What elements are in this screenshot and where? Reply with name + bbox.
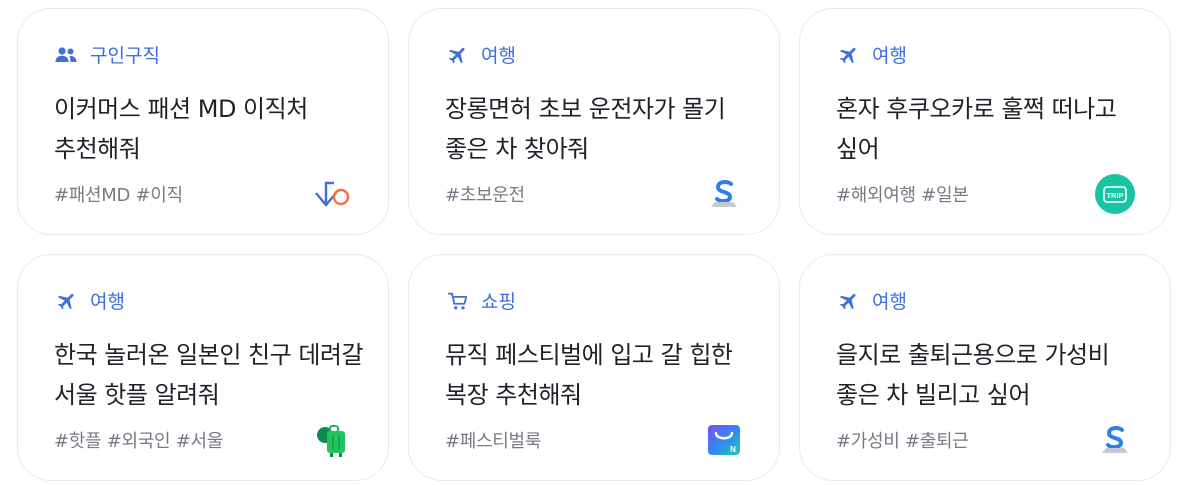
category-text: 구인구직 — [90, 45, 160, 67]
suggestion-card-fukuoka[interactable]: 여행 혼자 후쿠오카로 훌쩍 떠나고 싶어 #해외여행 #일본 TRIP — [799, 8, 1171, 235]
suggestion-title: 뮤직 페스티벌에 입고 갈 힙한 복장 추천해줘 — [445, 341, 733, 409]
category-label: 여행 — [836, 287, 907, 314]
category-text: 여행 — [481, 45, 516, 67]
suggestion-card-festival-look[interactable]: 쇼핑 뮤직 페스티벌에 입고 갈 힙한 복장 추천해줘 #페스티벌룩 N — [408, 254, 780, 481]
category-text: 여행 — [872, 291, 907, 313]
trip-logo-text: TRIP — [1106, 191, 1123, 200]
suggestion-tags: #페스티벌룩 — [445, 431, 542, 452]
airplane-icon — [836, 290, 862, 312]
travel-suitcase-logo — [312, 419, 354, 461]
shopping-bag-logo: N — [703, 419, 745, 461]
people-icon — [54, 44, 80, 66]
suggestion-title: 혼자 후쿠오카로 훌쩍 떠나고 싶어 — [836, 95, 1117, 163]
category-label: 구인구직 — [54, 41, 160, 68]
car-share-logo — [1094, 419, 1136, 461]
airplane-icon — [54, 290, 80, 312]
category-label: 여행 — [445, 41, 516, 68]
job-service-logo — [312, 173, 354, 215]
suggestion-tags: #가성비 #출퇴근 — [836, 431, 969, 452]
category-text: 여행 — [90, 291, 125, 313]
suggestion-title: 장롱면허 초보 운전자가 몰기 좋은 차 찾아줘 — [445, 95, 726, 163]
suggestion-tags: #패션MD #이직 — [54, 185, 183, 206]
airplane-icon — [445, 44, 471, 66]
category-label: 쇼핑 — [445, 287, 516, 314]
category-label: 여행 — [836, 41, 907, 68]
car-share-logo — [703, 173, 745, 215]
trip-logo: TRIP — [1094, 173, 1136, 215]
category-label: 여행 — [54, 287, 125, 314]
suggestion-title: 한국 놀러온 일본인 친구 데려갈 서울 핫플 알려줘 — [54, 341, 364, 409]
cart-icon — [445, 290, 471, 312]
suggestion-card-car-beginner[interactable]: 여행 장롱면허 초보 운전자가 몰기 좋은 차 찾아줘 #초보운전 — [408, 8, 780, 235]
suggestion-card-seoul-hotplace[interactable]: 여행 한국 놀러온 일본인 친구 데려갈 서울 핫플 알려줘 #핫플 #외국인 … — [17, 254, 389, 481]
category-text: 쇼핑 — [481, 291, 516, 313]
suggestion-title: 이커머스 패션 MD 이직처 추천해줘 — [54, 95, 308, 163]
suggestion-card-car-commute[interactable]: 여행 을지로 출퇴근용으로 가성비 좋은 차 빌리고 싶어 #가성비 #출퇴근 — [799, 254, 1171, 481]
suggestion-tags: #핫플 #외국인 #서울 — [54, 431, 224, 452]
category-text: 여행 — [872, 45, 907, 67]
suggestion-card-job[interactable]: 구인구직 이커머스 패션 MD 이직처 추천해줘 #패션MD #이직 — [17, 8, 389, 235]
suggestion-tags: #해외여행 #일본 — [836, 185, 969, 206]
airplane-icon — [836, 44, 862, 66]
suggestion-title: 을지로 출퇴근용으로 가성비 좋은 차 빌리고 싶어 — [836, 341, 1110, 409]
suggestion-grid: 구인구직 이커머스 패션 MD 이직처 추천해줘 #패션MD #이직 여행 장롱… — [17, 8, 1171, 481]
suggestion-tags: #초보운전 — [445, 185, 525, 206]
shopping-logo-text: N — [730, 445, 736, 454]
